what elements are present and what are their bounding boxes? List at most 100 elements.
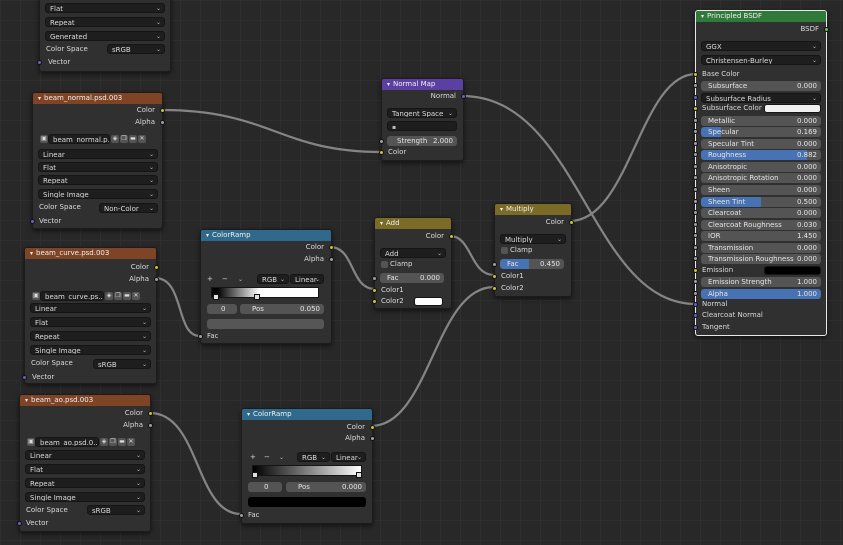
node-header[interactable]: ▾ ColorRamp [201, 230, 331, 241]
add-stop-button[interactable]: + [250, 452, 256, 463]
distribution-dropdown[interactable]: GGX ⌄ [701, 41, 821, 51]
blend-mode-dropdown[interactable]: Multiply ⌄ [500, 234, 566, 244]
image-texture-node-top[interactable]: Flat ⌄ Repeat ⌄ Generated ⌄ Color Space sRG… [37, 0, 171, 72]
emission-swatch[interactable] [764, 266, 821, 275]
emission-strength-field[interactable]: Emission Strength 1.000 [701, 277, 821, 287]
alpha-output-socket[interactable] [148, 423, 153, 428]
sheen-input-socket[interactable] [693, 187, 698, 192]
vector-input-socket[interactable] [17, 521, 22, 526]
subsurface-input-socket[interactable] [693, 83, 698, 88]
transmission-input-socket[interactable] [693, 245, 698, 250]
image-browse-icon[interactable]: ▣ [32, 292, 40, 300]
interpolation-dropdown[interactable]: Linear ⌄ [331, 452, 366, 462]
metallic-field[interactable]: Metallic 0.000 [701, 116, 821, 126]
interpolation-dropdown[interactable]: Linear ⌄ [290, 274, 324, 284]
color-space-dropdown[interactable]: sRGB ⌄ [87, 505, 145, 515]
fake-user-shield-icon[interactable]: ◈ [100, 438, 108, 446]
color-stop-handle[interactable] [356, 472, 362, 478]
image-browse-icon[interactable]: ▣ [27, 438, 35, 446]
extension-dropdown[interactable]: Repeat ⌄ [38, 175, 158, 185]
image-selector[interactable]: ▣ beam_ao.psd.0... ◈ ❐ ▬ ✕ [26, 437, 148, 447]
vector-input-socket[interactable] [30, 219, 35, 224]
space-dropdown[interactable]: Tangent Space ⌄ [387, 108, 457, 118]
image-browse-icon[interactable]: ▣ [40, 135, 48, 143]
source-dropdown[interactable]: Generated ⌄ [45, 31, 165, 41]
projection-dropdown[interactable]: Flat ⌄ [38, 162, 158, 172]
alpha-output-socket[interactable] [154, 277, 159, 282]
metallic-input-socket[interactable] [693, 118, 698, 123]
alpha-field[interactable]: Alpha 1.000 [701, 289, 821, 299]
collapse-arrow-icon[interactable]: ▾ [30, 250, 33, 257]
color-output-socket[interactable] [329, 245, 334, 250]
fac-input-socket[interactable] [198, 334, 203, 339]
color-stop-handle[interactable] [254, 294, 260, 300]
collapse-arrow-icon[interactable]: ▾ [247, 411, 250, 418]
node-header[interactable]: ▾ Multiply [495, 204, 571, 215]
fake-user-shield-icon[interactable]: ◈ [105, 292, 113, 300]
color-output-socket[interactable] [449, 234, 454, 239]
remove-stop-button[interactable]: − [264, 452, 270, 463]
anisotropic-rotation-input-socket[interactable] [693, 175, 698, 180]
node-header[interactable]: ▾ beam_ao.psd.003 [20, 395, 150, 406]
image-name-field[interactable]: beam_normal.p... [48, 134, 110, 144]
tangent-input-socket[interactable] [693, 325, 698, 330]
projection-dropdown[interactable]: Flat ⌄ [30, 317, 151, 327]
subsurface-color-input-socket[interactable] [693, 106, 698, 111]
image-name-field[interactable]: beam_curve.ps... [40, 291, 104, 301]
extension-dropdown[interactable]: Flat ⌄ [45, 3, 165, 13]
color2-swatch[interactable] [414, 297, 443, 306]
fac-input-socket[interactable] [239, 513, 244, 518]
clamp-checkbox[interactable] [501, 247, 508, 254]
anisotropic-input-socket[interactable] [693, 164, 698, 169]
alpha-input-socket[interactable] [693, 291, 698, 296]
clearcoat-field[interactable]: Clearcoat 0.000 [701, 208, 821, 218]
color-output-socket[interactable] [154, 265, 159, 270]
clamp-checkbox[interactable] [381, 261, 388, 268]
collapse-arrow-icon[interactable]: ▾ [701, 13, 704, 20]
close-icon[interactable]: ✕ [138, 135, 146, 143]
source-dropdown[interactable]: Single Image ⌄ [25, 492, 145, 502]
image-selector[interactable]: ▣ beam_normal.p...◈ ❐ ▬ ✕ [39, 134, 159, 144]
normal-input-socket[interactable] [693, 302, 698, 307]
color-stop-handle[interactable] [213, 294, 219, 300]
duplicate-icon[interactable]: ❐ [109, 438, 117, 446]
color-space-dropdown[interactable]: sRGB ⌄ [93, 359, 151, 369]
specular-input-socket[interactable] [693, 129, 698, 134]
collapse-arrow-icon[interactable]: ▾ [380, 220, 383, 227]
interpolation-dropdown[interactable]: Linear ⌄ [30, 303, 151, 313]
remove-stop-button[interactable]: − [222, 274, 228, 285]
stop-color-swatch[interactable] [248, 497, 366, 507]
specular-tint-input-socket[interactable] [693, 141, 698, 146]
image-texture-node-curve[interactable]: ▾ beam_curve.psd.003 Color Alpha ▣ beam_cu… [22, 247, 159, 384]
anisotropic-field[interactable]: Anisotropic 0.000 [701, 162, 821, 172]
anisotropic-rotation-field[interactable]: Anisotropic Rotation 0.000 [701, 173, 821, 183]
node-header[interactable]: ▾ Normal Map [382, 79, 463, 90]
node-header[interactable]: ▾ ColorRamp [242, 409, 372, 420]
open-folder-icon[interactable]: ▬ [129, 135, 137, 143]
image-name-field[interactable]: beam_ao.psd.0... [35, 437, 99, 447]
subsurface-method-dropdown[interactable]: Christensen-Burley ⌄ [701, 55, 821, 65]
color-input-socket[interactable] [379, 150, 384, 155]
extension-dropdown[interactable]: Repeat ⌄ [25, 478, 145, 488]
sheen-field[interactable]: Sheen 0.000 [701, 185, 821, 195]
alpha-output-socket[interactable] [329, 257, 334, 262]
clearcoat-roughness-input-socket[interactable] [693, 222, 698, 227]
roughness-input-socket[interactable] [693, 152, 698, 157]
transmission-field[interactable]: Transmission 0.000 [701, 243, 821, 253]
node-header[interactable]: ▾ Add [375, 218, 451, 229]
clearcoat-roughness-field[interactable]: Clearcoat Roughness 0.030 [701, 220, 821, 230]
color-ramp-node-2[interactable]: ▾ ColorRamp Color Alpha + − ⌄ RGB ⌄ Linear… [239, 408, 375, 524]
repeat-dropdown[interactable]: Repeat ⌄ [45, 17, 165, 27]
mix-multiply-node[interactable]: ▾ Multiply Color Multiply ⌄ Clamp Fac 0.450… [492, 203, 574, 297]
fac-field[interactable]: Fac 0.450 [500, 259, 564, 269]
open-folder-icon[interactable]: ▬ [123, 292, 131, 300]
color-output-socket[interactable] [160, 108, 165, 113]
subsurface-field[interactable]: Subsurface 0.000 [701, 81, 821, 91]
color2-input-socket[interactable] [492, 286, 497, 291]
stop-position-field[interactable]: Pos 0.050 [240, 304, 324, 314]
specular-field[interactable]: Specular 0.169 [701, 127, 821, 137]
roughness-field[interactable]: Roughness 0.882 [701, 150, 821, 160]
image-texture-node-normal[interactable]: ▾ beam_normal.psd.003 Color Alpha ▣ beam_n… [30, 92, 165, 229]
chevron-down-icon[interactable]: ⌄ [279, 452, 284, 463]
node-header[interactable]: ▾ beam_curve.psd.003 [25, 248, 156, 259]
